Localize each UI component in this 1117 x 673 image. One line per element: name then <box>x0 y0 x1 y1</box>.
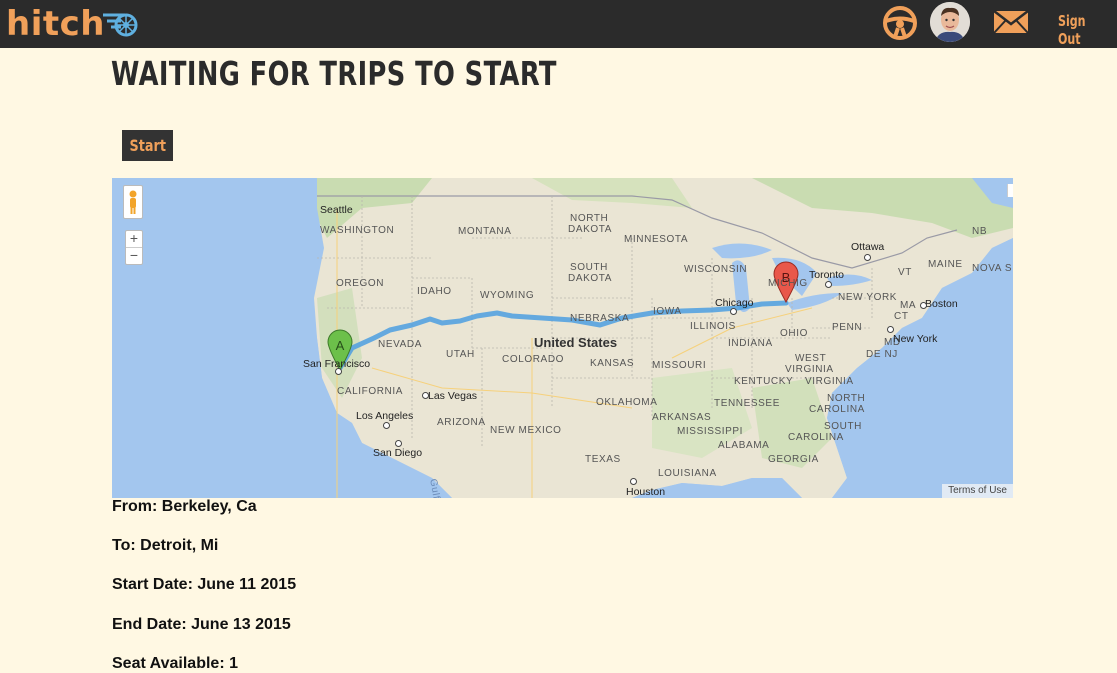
map-label-california: CALIFORNIA <box>337 386 404 397</box>
map-label-kentucky: KENTUCKY <box>734 376 794 387</box>
map-label-ct: CT <box>894 311 909 322</box>
map-label-montana: MONTANA <box>458 226 512 237</box>
map-label-san-diego: San Diego <box>373 447 423 459</box>
pegman-icon <box>129 190 137 214</box>
page-title: WAITING FOR TRIPS TO START <box>111 54 557 93</box>
map-label-carolina-s: CAROLINA <box>788 432 844 443</box>
city-dot-san-diego <box>395 440 402 447</box>
map-label-boston: Boston <box>925 298 958 310</box>
map-label-new-york-state: NEW YORK <box>838 292 898 303</box>
trip-start-date: Start Date: June 11 2015 <box>112 576 297 593</box>
map-label-north: NORTH <box>570 213 609 224</box>
user-avatar[interactable] <box>930 2 970 42</box>
map-label-oregon: OREGON <box>336 278 385 289</box>
map-label-idaho: IDAHO <box>417 286 452 297</box>
map-label-kansas: KANSAS <box>590 358 635 369</box>
map-label-wisconsin: WISCONSIN <box>684 264 748 275</box>
map-label-las-vegas: Las Vegas <box>428 390 478 402</box>
map-label-ohio: OHIO <box>780 328 808 339</box>
map-label-mississippi: MISSISSIPPI <box>677 426 744 437</box>
start-button-label: Start <box>129 136 166 155</box>
map-label-arkansas: ARKANSAS <box>652 412 712 423</box>
map-label-virginia: VIRGINIA <box>805 376 854 387</box>
map-label-penn: PENN <box>832 322 863 333</box>
map-label-houston: Houston <box>626 486 666 498</box>
map-label-nova: NOVA S <box>972 263 1013 274</box>
map-label-carolina-n: CAROLINA <box>809 404 865 415</box>
city-dot-san-francisco <box>335 368 342 375</box>
city-dot-las-vegas <box>422 392 429 399</box>
map-label-new-mexico: NEW MEXICO <box>490 425 562 436</box>
map-label-north-c: NORTH <box>827 393 866 404</box>
map-control-edge[interactable] <box>1007 184 1013 197</box>
trip-to: To: Detroit, Mi <box>112 537 219 554</box>
map-label-west: WEST <box>795 353 827 364</box>
map-label-seattle: Seattle <box>320 204 353 216</box>
terms-of-use-link[interactable]: Terms of Use <box>942 484 1013 498</box>
map-label-iowa: IOWA <box>653 306 682 317</box>
map-label-denj: DE NJ <box>866 349 898 360</box>
top-navbar: hitch Sign Out <box>0 0 1117 48</box>
zoom-control: + − <box>125 230 143 265</box>
route-map[interactable]: A B Seattle WASHINGTON OREGON IDAHO MONT… <box>112 178 1013 498</box>
map-label-arizona: ARIZONA <box>437 417 486 428</box>
map-label-new-york: New York <box>893 333 938 345</box>
map-label-vt: VT <box>898 267 912 278</box>
map-label-illinois: ILLINOIS <box>690 321 736 332</box>
map-label-nb: NB <box>972 226 988 237</box>
map-label-south: SOUTH <box>570 262 608 273</box>
wheel-logo-icon <box>103 13 138 37</box>
map-label-maine: MAINE <box>928 259 963 270</box>
city-dot-los-angeles <box>383 422 390 429</box>
map-label-dakota: DAKOTA <box>568 224 612 235</box>
map-label-dakota-south: DAKOTA <box>568 273 612 284</box>
map-label-missouri: MISSOURI <box>652 360 707 371</box>
map-label-alabama: ALABAMA <box>718 440 770 451</box>
map-label-united-states: United States <box>534 335 618 350</box>
sign-out-link[interactable]: Sign Out <box>1058 12 1106 48</box>
city-dot-ottawa <box>864 254 871 261</box>
city-dot-houston <box>630 478 637 485</box>
map-label-toronto: Toronto <box>809 269 845 281</box>
map-label-wyoming: WYOMING <box>480 290 535 301</box>
mail-icon[interactable] <box>993 10 1029 34</box>
avatar-portrait <box>930 2 970 42</box>
map-label-ottawa: Ottawa <box>851 241 885 253</box>
city-dot-new-york <box>887 326 894 333</box>
trip-seats-available: Seat Available: 1 <box>112 655 238 672</box>
map-label-los-angeles: Los Angeles <box>356 410 414 422</box>
city-dot-chicago <box>730 308 737 315</box>
map-label-oklahoma: OKLAHOMA <box>596 397 658 408</box>
trip-end-date: End Date: June 13 2015 <box>112 616 291 633</box>
map-label-indiana: INDIANA <box>728 338 773 349</box>
zoom-out-button[interactable]: − <box>126 248 142 264</box>
map-label-colorado: COLORADO <box>502 354 565 365</box>
map-label-nebraska: NEBRASKA <box>570 313 630 324</box>
map-label-tennessee: TENNESSEE <box>714 398 780 409</box>
map-label-louisiana: LOUISIANA <box>658 468 717 479</box>
map-label-utah: UTAH <box>446 349 475 360</box>
street-view-pegman[interactable] <box>123 185 143 219</box>
zoom-in-button[interactable]: + <box>126 231 142 248</box>
map-label-ma: MA <box>900 300 917 311</box>
map-label-georgia: GEORGIA <box>768 454 819 465</box>
city-dot-toronto <box>825 281 832 288</box>
marker-a-label: A <box>336 338 345 353</box>
map-label-south-c: SOUTH <box>824 421 862 432</box>
map-label-texas: TEXAS <box>585 454 621 465</box>
map-label-michigan: MICHIG <box>768 278 808 289</box>
city-dot-boston <box>920 302 927 309</box>
map-label-washington: WASHINGTON <box>320 225 395 236</box>
start-trip-button[interactable]: Start <box>122 130 173 161</box>
hitch-logo[interactable]: hitch <box>6 2 105 46</box>
map-label-minnesota: MINNESOTA <box>624 234 689 245</box>
trip-from: From: Berkeley, Ca <box>112 498 257 515</box>
map-label-virginia-w: VIRGINIA <box>785 364 834 375</box>
map-label-nevada: NEVADA <box>378 339 422 350</box>
steering-wheel-icon[interactable] <box>881 4 919 42</box>
